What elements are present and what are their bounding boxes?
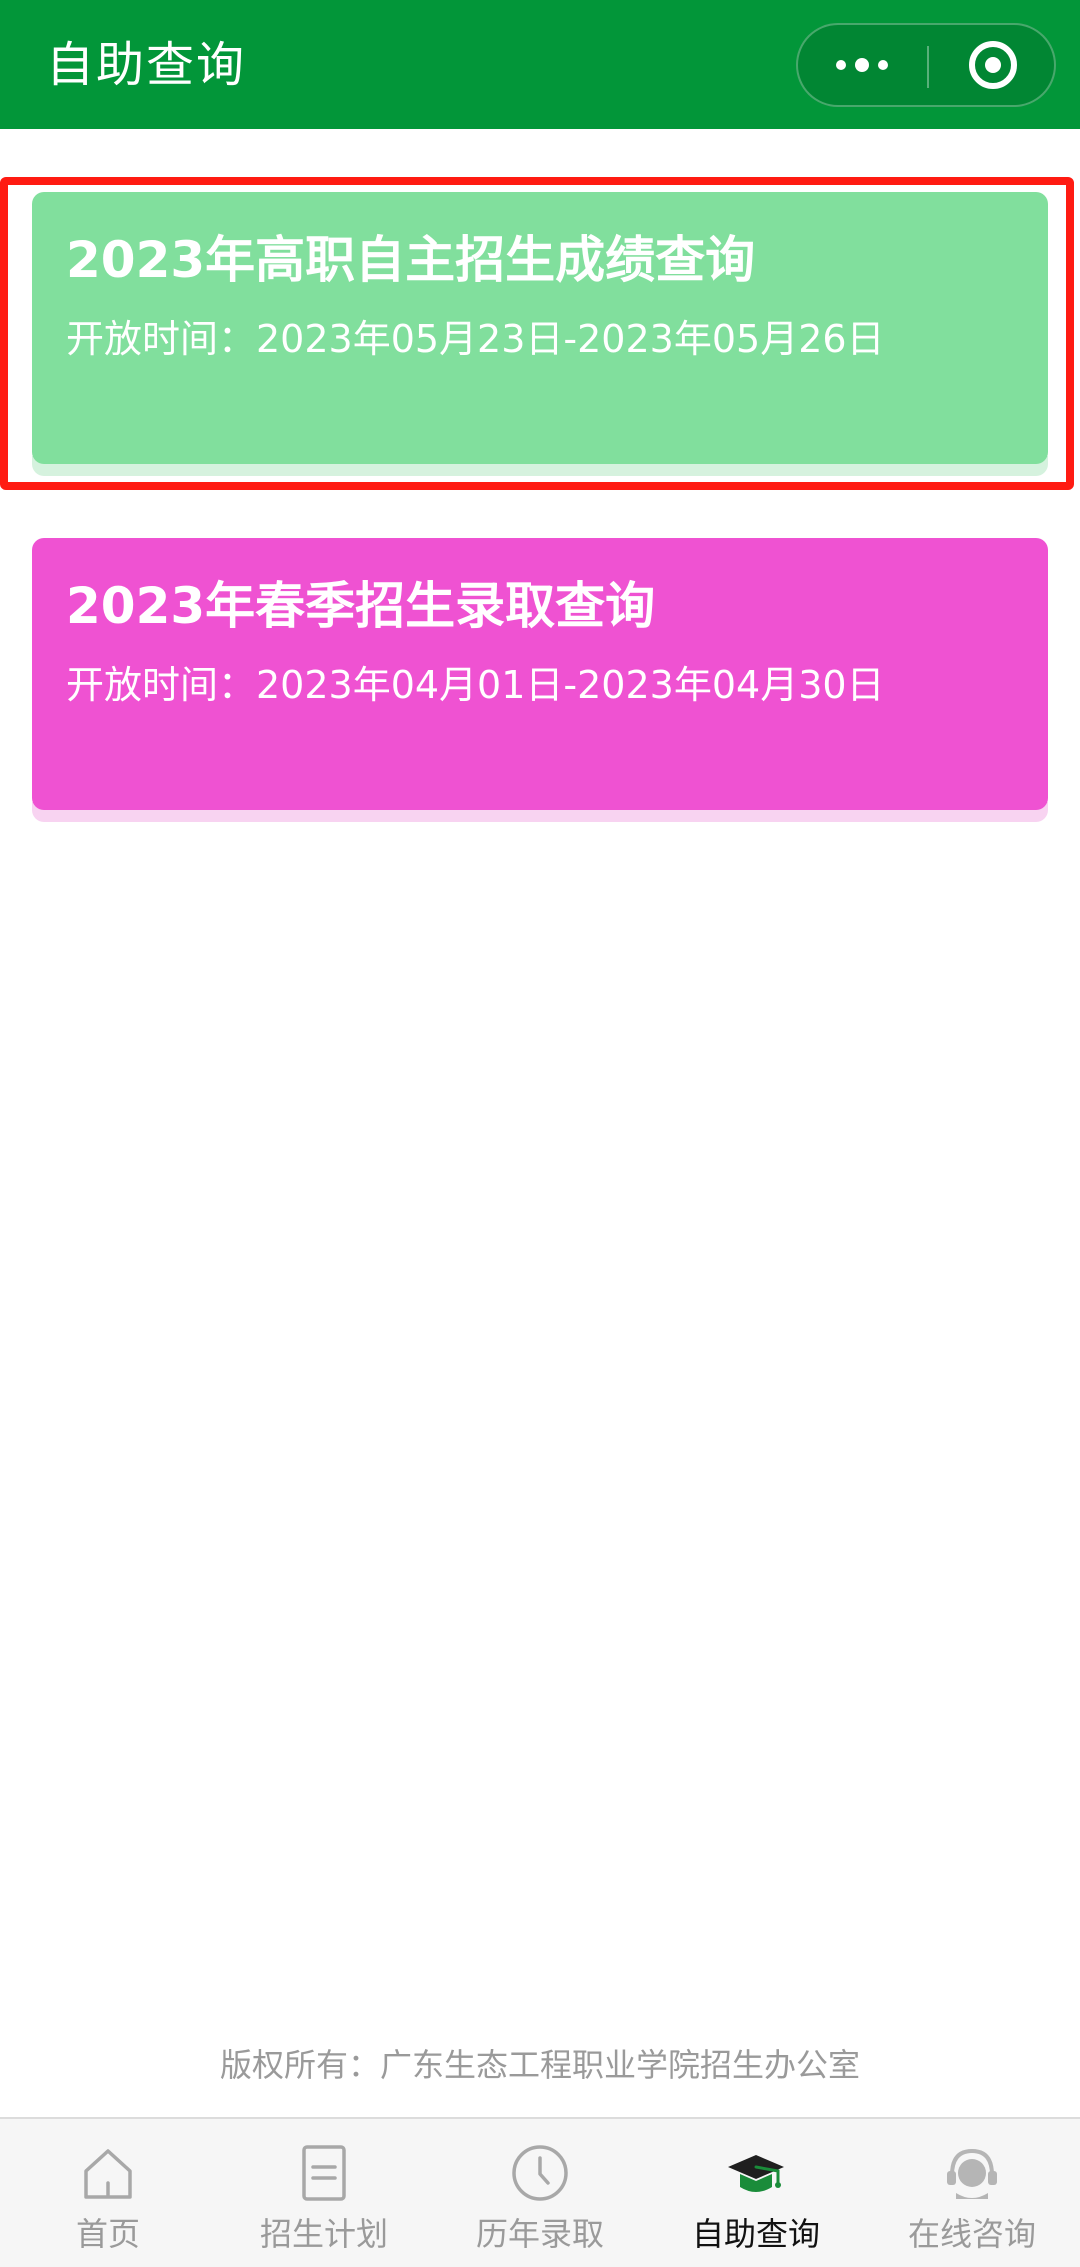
tab-online-consult[interactable]: 在线咨询 (864, 2119, 1080, 2267)
graduation-cap-icon (728, 2155, 784, 2192)
menu-capsule (796, 23, 1056, 107)
more-dot-mid (855, 58, 869, 72)
more-button[interactable] (798, 25, 926, 105)
card-title: 2023年春季招生录取查询 (66, 577, 656, 635)
page-title: 自助查询 (46, 37, 247, 93)
close-miniprogram-button[interactable] (929, 25, 1056, 105)
tab-self-query[interactable]: 自助查询 (648, 2119, 864, 2267)
tab-label: 在线咨询 (907, 2215, 1036, 2253)
page: 自助查询 2023年高职自主招生成绩查询 开放时间：2023年05月23日-20… (0, 0, 1080, 2267)
more-dot-right (878, 60, 888, 70)
target-circle-icon (968, 41, 1017, 89)
headset-icon (947, 2148, 997, 2199)
copyright-text: 版权所有：广东生态工程职业学院招生办公室 (219, 2046, 860, 2084)
tab-admission-plan[interactable]: 招生计划 (216, 2119, 432, 2267)
bottom-tab-bar: 首页 招生计划 历年录取 自助查询 在线咨询 (0, 2117, 1080, 2267)
nav-header: 自助查询 (0, 0, 1080, 129)
card-open-time: 开放时间：2023年05月23日-2023年05月26日 (66, 317, 885, 361)
query-card-admission[interactable]: 2023年春季招生录取查询 开放时间：2023年04月01日-2023年04月3… (32, 538, 1048, 810)
tab-label: 自助查询 (691, 2215, 820, 2253)
home-icon (84, 2149, 132, 2199)
card-title: 2023年高职自主招生成绩查询 (66, 231, 756, 289)
document-icon (302, 2145, 346, 2201)
card-open-time: 开放时间：2023年04月01日-2023年04月30日 (66, 663, 885, 707)
query-card-score[interactable]: 2023年高职自主招生成绩查询 开放时间：2023年05月23日-2023年05… (32, 192, 1048, 464)
tab-home[interactable]: 首页 (0, 2119, 216, 2267)
tab-label: 首页 (75, 2215, 140, 2253)
tab-label: 招生计划 (259, 2215, 388, 2253)
more-dots-icon (836, 60, 846, 70)
target-circle-core (984, 57, 1001, 73)
clock-icon (512, 2145, 568, 2201)
tab-past-admission[interactable]: 历年录取 (432, 2119, 648, 2267)
tab-label: 历年录取 (475, 2215, 604, 2253)
